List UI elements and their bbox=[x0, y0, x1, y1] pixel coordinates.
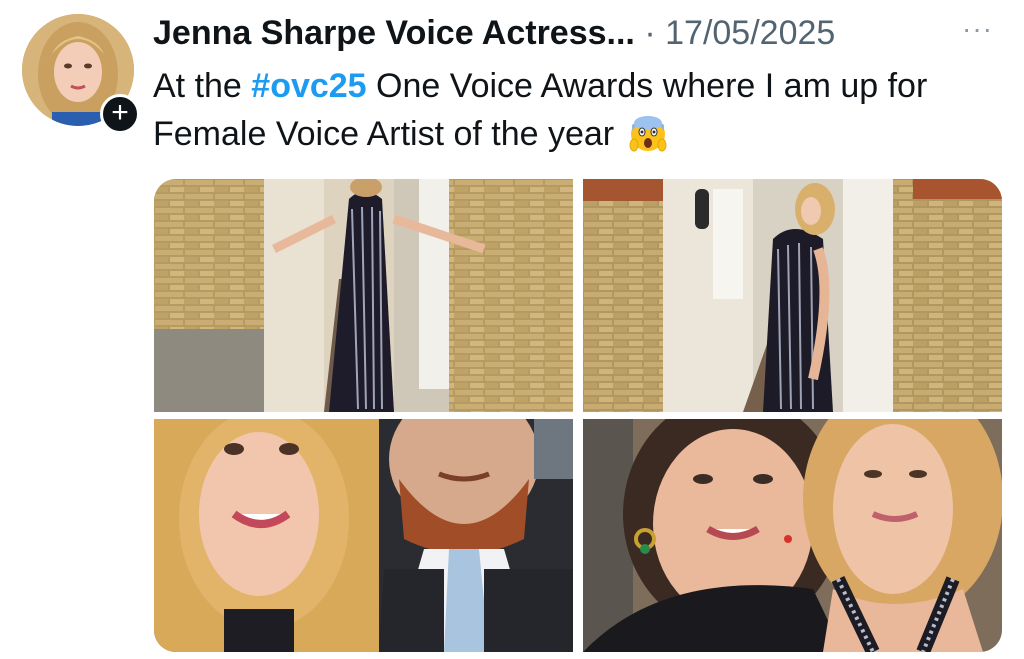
post-header: Jenna Sharpe Voice Actress... · 17/05/20… bbox=[153, 12, 835, 54]
header-separator: · bbox=[644, 14, 656, 52]
follow-plus-icon[interactable]: + bbox=[100, 94, 140, 134]
avatar-container[interactable]: + bbox=[22, 14, 140, 134]
post-text: At the #ovc25 One Voice Awards where I a… bbox=[153, 62, 1003, 166]
more-options-icon[interactable]: ··· bbox=[962, 14, 993, 44]
hashtag-link[interactable]: #ovc25 bbox=[251, 67, 366, 105]
photo-sequin-gown-front[interactable] bbox=[154, 179, 573, 412]
post-date[interactable]: 17/05/2025 bbox=[665, 14, 835, 52]
post-text-before: At the bbox=[153, 67, 252, 105]
photo-selfie-with-woman[interactable] bbox=[583, 419, 1002, 652]
author-display-name[interactable]: Jenna Sharpe Voice Actress... bbox=[153, 14, 635, 52]
photo-selfie-with-man[interactable] bbox=[154, 419, 573, 652]
face-screaming-in-fear-icon bbox=[628, 113, 668, 166]
media-grid bbox=[154, 179, 1002, 652]
photo-sequin-gown-back[interactable] bbox=[583, 179, 1002, 412]
